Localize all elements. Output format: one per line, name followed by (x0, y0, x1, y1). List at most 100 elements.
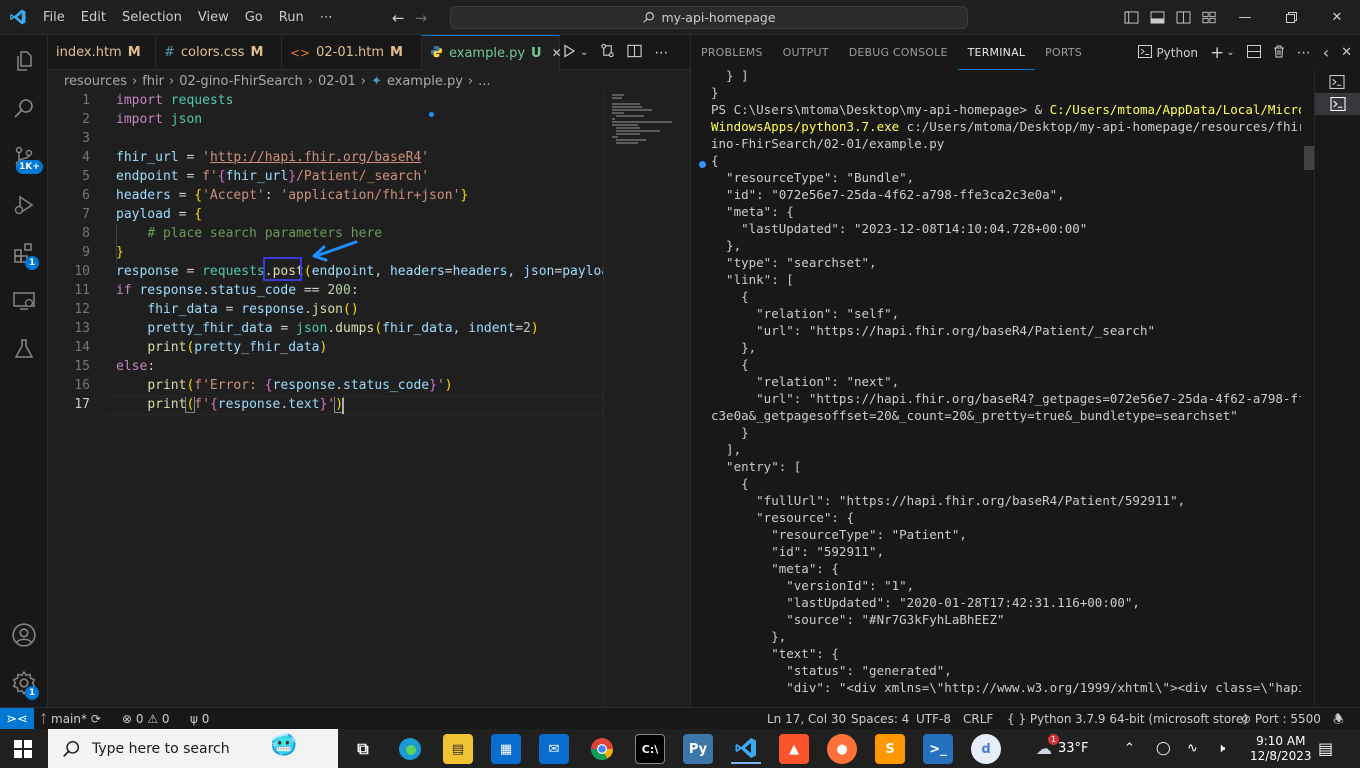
menu-file[interactable]: File (35, 0, 73, 35)
terminal-instance-icon[interactable] (1329, 74, 1345, 93)
terminal-dropdown-chevron-icon[interactable]: ⌄ (1226, 47, 1234, 58)
terminal-scrollbar[interactable] (1304, 146, 1314, 170)
menu-go[interactable]: Go (237, 0, 271, 35)
remote-indicator-icon[interactable]: ⋗⋖ (0, 708, 34, 730)
close-tab-icon[interactable]: ✕ (552, 46, 562, 60)
toggle-primary-sidebar-icon[interactable] (1118, 0, 1144, 35)
weather-widget[interactable]: ☁ 1 33°F (1036, 729, 1089, 768)
firefox-icon[interactable]: ● (827, 734, 857, 764)
close-window-icon[interactable]: ✕ (1314, 0, 1360, 35)
taskbar-search-box[interactable]: Type here to search 🥶 (48, 729, 338, 768)
powershell-icon[interactable]: >_ (923, 734, 953, 764)
menu-run[interactable]: Run (271, 0, 312, 35)
file-explorer-icon[interactable]: ▤ (443, 734, 473, 764)
explorer-icon[interactable] (0, 37, 48, 85)
menu-selection[interactable]: Selection (114, 0, 190, 35)
breadcrumb-item[interactable]: example.py (387, 74, 463, 89)
breadcrumb-item[interactable]: fhir (142, 74, 164, 89)
task-view-icon[interactable]: ⧉ (348, 734, 378, 764)
cursor-position[interactable]: Ln 17, Col 30 (767, 708, 846, 730)
volume-icon[interactable]: 🕨 (1217, 729, 1225, 768)
breadcrumb-item[interactable]: 02-01 (318, 74, 356, 89)
new-terminal-icon[interactable]: + (1210, 43, 1224, 63)
command-center-search[interactable]: my-api-homepage (450, 6, 968, 29)
breadcrumb-item[interactable]: 02-gino-FhirSearch (179, 74, 303, 89)
split-terminal-icon[interactable] (1246, 44, 1261, 61)
app-d-icon[interactable]: d (971, 734, 1001, 764)
breadcrumb-item[interactable]: resources (64, 74, 127, 89)
language-mode[interactable]: { } Python (1007, 708, 1072, 730)
remote-explorer-icon[interactable] (0, 277, 48, 325)
problems-indicator[interactable]: ⊗ 0 ⚠ 0 (122, 708, 170, 730)
tab-problems[interactable]: PROBLEMS (691, 35, 773, 70)
start-button-windows-icon[interactable] (14, 740, 32, 762)
extensions-icon[interactable]: 1 (0, 229, 48, 277)
toggle-secondary-sidebar-icon[interactable] (1170, 0, 1196, 35)
terminal-name[interactable]: Python (1156, 46, 1198, 60)
run-python-file-icon[interactable] (562, 43, 576, 62)
customize-layout-icon[interactable] (1196, 0, 1222, 35)
python-interpreter[interactable]: 3.7.9 64-bit (microsoft store) (1075, 708, 1248, 730)
wifi-icon[interactable]: ∿ (1187, 729, 1198, 768)
terminal-instance-active-icon[interactable] (1315, 93, 1360, 115)
run-debug-icon[interactable] (0, 181, 48, 229)
tab-debug-console[interactable]: DEBUG CONSOLE (839, 35, 958, 70)
search-activity-icon[interactable] (0, 85, 48, 133)
command-prompt-icon[interactable]: C:\ (635, 734, 665, 764)
menu-edit[interactable]: Edit (73, 0, 114, 35)
activity-bar: 1K+ 1 1 (0, 35, 48, 707)
branch-indicator[interactable]: ᛏ main* ⟳ (40, 708, 101, 730)
notifications-bell-icon[interactable]: 🕭 (1333, 708, 1344, 730)
brave-browser-icon[interactable]: ▲ (779, 734, 809, 764)
live-server-port[interactable]: ⊘ Port : 5500 (1241, 708, 1321, 730)
kill-terminal-trash-icon[interactable] (1273, 45, 1285, 61)
edge-browser-icon[interactable] (395, 734, 425, 764)
more-actions-icon[interactable]: ⋯ (654, 45, 668, 61)
menu-more[interactable]: ⋯ (312, 0, 341, 35)
mail-icon[interactable]: ✉ (539, 734, 569, 764)
code-editor[interactable]: 1 2 3 4 5 6 7 8 9 10 11 12 13 14 15 16 17 import request… (48, 92, 690, 707)
minimize-icon[interactable]: — (1222, 0, 1268, 35)
tab-index-htm[interactable]: index.htm M (48, 35, 156, 70)
notification-center-icon[interactable]: ▤ (1318, 729, 1333, 768)
vscode-taskbar-icon[interactable] (731, 734, 761, 764)
minimap[interactable] (603, 92, 690, 707)
chrome-icon[interactable] (587, 734, 617, 764)
restore-icon[interactable] (1268, 0, 1314, 35)
python-idle-icon[interactable]: Py (683, 734, 713, 764)
encoding[interactable]: UTF-8 (916, 708, 951, 730)
tab-colors-css[interactable]: # colors.css M (156, 35, 282, 70)
toggle-panel-icon[interactable] (1144, 0, 1170, 35)
source-control-icon[interactable]: 1K+ (0, 133, 48, 181)
line-number: 2 (82, 112, 90, 127)
breadcrumb-item[interactable]: ... (478, 74, 490, 89)
tab-ports[interactable]: PORTS (1035, 35, 1092, 70)
show-hidden-icons-chevron-icon[interactable]: ⌃ (1124, 729, 1135, 768)
run-dropdown-chevron-icon[interactable]: ⌄ (580, 47, 588, 58)
more-panel-actions-icon[interactable]: ⋯ (1297, 45, 1311, 61)
tab-terminal[interactable]: TERMINAL (957, 35, 1036, 70)
arrow-annotation-icon (312, 240, 358, 262)
line-number: 7 (82, 207, 90, 222)
indentation[interactable]: Spaces: 4 (851, 708, 909, 730)
collapse-panel-chevron-icon[interactable]: ‹ (1323, 43, 1329, 62)
sublime-text-icon[interactable]: S (875, 734, 905, 764)
accounts-icon[interactable] (0, 611, 48, 659)
tab-output[interactable]: OUTPUT (773, 35, 839, 70)
split-editor-icon[interactable] (627, 43, 643, 62)
meet-now-icon[interactable]: ◯ (1156, 729, 1171, 768)
tab-example-py[interactable]: example.py U ✕ (422, 35, 562, 70)
back-arrow-icon[interactable]: ← (392, 9, 405, 27)
clock[interactable]: 9:10 AM 12/8/2023 (1250, 729, 1312, 768)
terminal-output[interactable]: } ]} PS C:\Users\mtoma\Desktop\my-api-hom… (711, 70, 1301, 707)
menu-view[interactable]: View (190, 0, 237, 35)
ports-indicator[interactable]: ψ 0 (190, 708, 209, 730)
settings-gear-icon[interactable]: 1 (0, 659, 48, 707)
open-changes-icon[interactable] (600, 43, 615, 62)
forward-arrow-icon[interactable]: → (415, 9, 428, 27)
microsoft-store-icon[interactable]: ▦ (491, 734, 521, 764)
testing-flask-icon[interactable] (0, 325, 48, 373)
close-panel-icon[interactable]: ✕ (1341, 45, 1352, 60)
tab-02-01-htm[interactable]: <> 02-01.htm M (282, 35, 422, 70)
eol[interactable]: CRLF (963, 708, 993, 730)
